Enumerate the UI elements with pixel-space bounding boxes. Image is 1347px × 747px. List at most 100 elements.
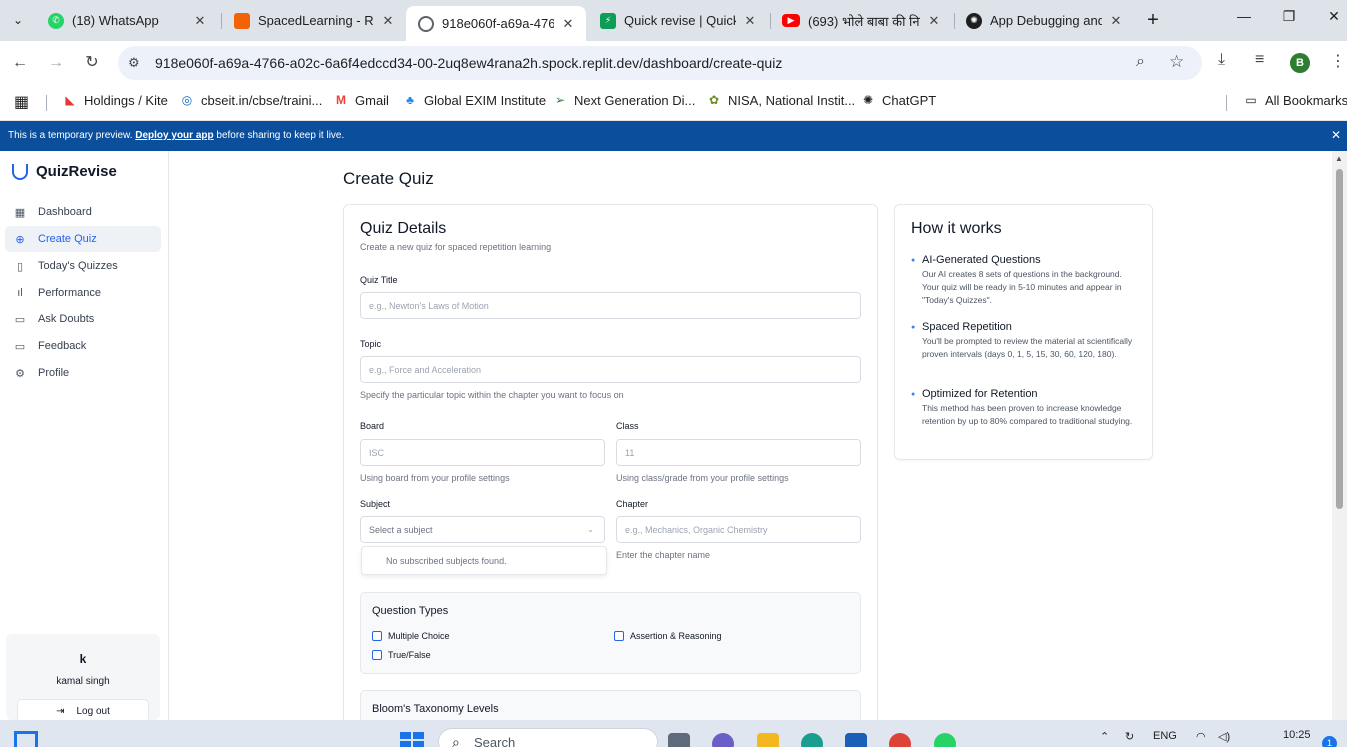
- edge-browser-icon[interactable]: [801, 733, 823, 747]
- sidebar-item-profile[interactable]: ⚙ Profile: [5, 360, 161, 386]
- bullet-icon: ●: [911, 256, 916, 264]
- browser-tab-active-preview[interactable]: 918e060f-a69a-4766- ✕: [406, 6, 586, 41]
- browser-tab-chatgpt[interactable]: ✺ App Debugging and ✕: [954, 6, 1134, 35]
- bookmark-next-generation[interactable]: ➢ Next Generation Di...: [552, 92, 695, 108]
- sidebar-item-ask-doubts[interactable]: ▭ Ask Doubts: [5, 306, 161, 332]
- browser-toolbar: ← → ↻ ⚙ 918e060f-a69a-4766-a02c-6a6f4edc…: [0, 41, 1347, 85]
- logout-icon: ⇥: [56, 705, 65, 717]
- chapter-input[interactable]: e.g., Mechanics, Organic Chemistry: [616, 516, 861, 543]
- taskbar-app-icon[interactable]: [668, 733, 690, 747]
- file-explorer-icon[interactable]: [757, 733, 779, 747]
- zoom-icon[interactable]: ⌕: [1136, 53, 1145, 71]
- page-scrollbar[interactable]: ▲: [1332, 151, 1347, 720]
- download-icon[interactable]: ⤓: [1218, 51, 1225, 69]
- checkbox-icon[interactable]: [372, 631, 382, 641]
- close-tab-icon[interactable]: ✕: [1108, 13, 1124, 29]
- url-text[interactable]: 918e060f-a69a-4766-a02c-6a6f4edccd34-00-…: [155, 55, 782, 71]
- deploy-app-link[interactable]: Deploy your app: [135, 130, 213, 141]
- scroll-up-arrow-icon[interactable]: ▲: [1335, 154, 1343, 163]
- close-window-icon[interactable]: ✕: [1324, 8, 1344, 25]
- back-arrow-icon[interactable]: ←: [8, 51, 32, 75]
- tab-search-chevron-icon[interactable]: ⌄: [6, 8, 30, 32]
- site-settings-icon[interactable]: ⚙: [128, 55, 140, 71]
- class-input[interactable]: 11: [616, 439, 861, 466]
- close-tab-icon[interactable]: ✕: [742, 13, 758, 29]
- how-item-ai-generated: ● AI-Generated Questions Our AI creates 8…: [911, 254, 1141, 307]
- sidebar-item-performance[interactable]: ıl Performance: [5, 280, 161, 306]
- close-tab-icon[interactable]: ✕: [192, 13, 208, 29]
- checkbox-icon[interactable]: [614, 631, 624, 641]
- browser-tab-spacedlearning[interactable]: SpacedLearning - Rep ✕: [222, 6, 406, 35]
- sidebar-item-todays-quizzes[interactable]: ▯ Today's Quizzes: [5, 253, 161, 279]
- bookmark-kite[interactable]: ◣ Holdings / Kite: [62, 92, 167, 108]
- close-tab-icon[interactable]: ✕: [926, 13, 942, 29]
- taskbar-search-box[interactable]: ⌕ Search: [438, 728, 658, 747]
- sidebar-item-feedback[interactable]: ▭ Feedback: [5, 333, 161, 359]
- topic-input[interactable]: e.g., Force and Acceleration: [360, 356, 861, 383]
- subject-select[interactable]: Select a subject ⌄: [360, 516, 605, 543]
- user-card: k kamal singh ⇥ Log out: [6, 634, 160, 720]
- checkbox-assertion-reasoning[interactable]: Assertion & Reasoning: [614, 631, 722, 641]
- bookmark-chatgpt[interactable]: ✺ ChatGPT: [860, 92, 936, 108]
- widgets-icon[interactable]: [14, 731, 38, 747]
- bookmark-exim[interactable]: ♣ Global EXIM Institute: [402, 92, 546, 108]
- close-banner-icon[interactable]: ✕: [1331, 128, 1341, 142]
- wifi-icon[interactable]: ◠: [1196, 730, 1206, 743]
- new-tab-button[interactable]: +: [1142, 9, 1164, 32]
- scrollbar-thumb[interactable]: [1336, 169, 1343, 509]
- globe-icon: [418, 15, 434, 32]
- quiz-details-card: Quiz Details Create a new quiz for space…: [343, 204, 878, 720]
- browser-tab-whatsapp[interactable]: ✆ (18) WhatsApp ✕: [36, 6, 218, 35]
- banner-text-after: before sharing to keep it live.: [213, 130, 345, 141]
- brand[interactable]: QuizRevise: [12, 163, 117, 180]
- address-bar[interactable]: ⚙ 918e060f-a69a-4766-a02c-6a6f4edccd34-0…: [118, 46, 1202, 80]
- browser-tab-quick-revise[interactable]: ⚡ Quick revise | Quick R ✕: [588, 6, 768, 35]
- whatsapp-icon[interactable]: [934, 733, 956, 747]
- reload-icon[interactable]: ↻: [80, 51, 104, 75]
- taskbar-app-icon[interactable]: [712, 733, 734, 747]
- windows-start-icon[interactable]: [400, 732, 424, 747]
- bookmark-divider: [46, 95, 47, 111]
- sidebar-item-create-quiz[interactable]: ⊕ Create Quiz: [5, 226, 161, 252]
- grid-icon: ▦: [14, 206, 26, 219]
- minimize-window-icon[interactable]: —: [1234, 8, 1254, 24]
- browser-menu-icon[interactable]: ⋮: [1330, 51, 1346, 71]
- close-tab-icon[interactable]: ✕: [560, 16, 576, 32]
- all-bookmarks-folder[interactable]: ▭ All Bookmarks: [1243, 92, 1347, 108]
- close-tab-icon[interactable]: ✕: [380, 13, 396, 29]
- bookmark-nisa[interactable]: ✿ NISA, National Instit...: [706, 92, 855, 108]
- tray-sync-icon[interactable]: ↻: [1125, 730, 1134, 743]
- how-item-heading: Spaced Repetition: [922, 321, 1012, 333]
- sidebar-item-dashboard[interactable]: ▦ Dashboard: [5, 199, 161, 225]
- subject-dropdown-menu: No subscribed subjects found.: [361, 546, 607, 575]
- book-icon: ▯: [16, 260, 24, 273]
- windows-taskbar: ⌕ Search ⌃ ↻ ENG ◠ ◁) 10:25 1: [0, 720, 1347, 747]
- profile-avatar[interactable]: B: [1290, 53, 1310, 73]
- apps-grid-icon[interactable]: ▦: [14, 92, 29, 112]
- how-it-works-card: How it works ● AI-Generated Questions Our…: [894, 204, 1153, 460]
- restore-window-icon[interactable]: ❐: [1279, 8, 1299, 25]
- browser-tab-youtube[interactable]: ▶ (693) भोले बाबा की निय ✕: [770, 6, 952, 35]
- bookmark-cbse[interactable]: ◎ cbseit.in/cbse/traini...: [179, 92, 323, 108]
- board-input[interactable]: ISC: [360, 439, 605, 466]
- notification-badge[interactable]: 1: [1322, 736, 1337, 747]
- checkbox-icon[interactable]: [372, 650, 382, 660]
- subject-select-value: Select a subject: [369, 524, 433, 535]
- checkbox-multiple-choice[interactable]: Multiple Choice: [372, 631, 450, 641]
- chrome-icon[interactable]: [889, 733, 911, 747]
- sidebar-item-label: Create Quiz: [38, 233, 97, 245]
- clock-time[interactable]: 10:25: [1283, 729, 1311, 741]
- tray-chevron-up-icon[interactable]: ⌃: [1100, 730, 1109, 743]
- quiz-title-input[interactable]: e.g., Newton's Laws of Motion: [360, 292, 861, 319]
- question-types-title: Question Types: [372, 605, 449, 617]
- logout-button[interactable]: ⇥ Log out: [17, 699, 149, 720]
- bookmark-gmail[interactable]: M Gmail: [333, 92, 389, 108]
- volume-icon[interactable]: ◁): [1218, 730, 1230, 743]
- media-controls-icon[interactable]: ≡: [1255, 51, 1264, 69]
- language-indicator[interactable]: ENG: [1153, 730, 1177, 742]
- checkbox-true-false[interactable]: True/False: [372, 650, 431, 660]
- bookmark-star-icon[interactable]: ☆: [1169, 52, 1184, 72]
- store-icon[interactable]: [845, 733, 867, 747]
- class-label: Class: [616, 421, 639, 431]
- forward-arrow-icon[interactable]: →: [44, 51, 68, 75]
